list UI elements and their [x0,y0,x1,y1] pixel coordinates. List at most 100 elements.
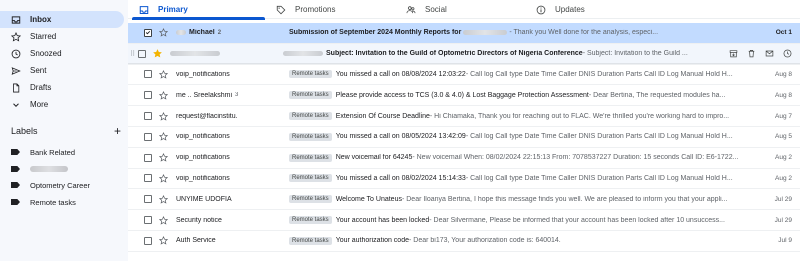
email-snippet: - Subject: Invitation to the Guild ... [582,50,688,58]
email-row[interactable]: voip_notifications Remote tasks You miss… [128,168,800,190]
star-toggle-icon[interactable] [158,28,168,37]
sidebar-item-snoozed[interactable]: Snoozed [0,45,124,62]
email-content: Remote tasks Please provide access to TC… [289,91,756,100]
email-date: Aug 2 [775,154,792,162]
delete-icon[interactable] [747,49,756,58]
email-subject: Extension Of Course Deadline [335,112,430,120]
tab-label: Social [425,5,447,14]
label-badge: Remote tasks [289,236,332,245]
info-icon [536,5,546,15]
email-sender: voip_notifications [176,174,230,182]
label-item-remote-tasks[interactable]: Remote tasks [0,194,124,210]
email-content: Remote tasks You missed a call on 08/02/… [289,174,756,183]
email-row[interactable]: ⠿ Subject: Invitation to the Guild of Op… [128,43,800,65]
star-toggle-icon[interactable] [158,69,168,79]
add-label-button[interactable]: + [114,125,121,137]
email-sender: Security notice [176,216,222,224]
email-sender: Auth Service [176,237,216,245]
email-subject: Your account has been locked [335,216,430,224]
redacted-label-text [30,166,68,172]
email-content: Remote tasks New voicemail for 64245 - N… [289,153,756,162]
row-checkbox[interactable] [144,70,152,79]
row-checkbox[interactable] [144,132,152,141]
sidebar-item-more[interactable]: More [0,96,124,113]
tab-label: Promotions [295,5,336,14]
email-subject: Subject: Invitation to the Guild of Opto… [326,50,583,58]
tab-promotions[interactable]: Promotions [265,0,395,19]
star-toggle-icon[interactable] [158,215,168,225]
email-subject: Welcome To Unateus [335,195,402,203]
snooze-icon[interactable] [783,49,792,58]
star-toggle-icon[interactable] [158,153,168,162]
row-checkbox[interactable] [144,195,152,204]
gmail-app: Inbox Starred Snoozed Sent Drafts More L… [0,0,800,261]
row-checkbox[interactable] [144,236,152,245]
star-toggle-icon[interactable] [158,173,168,183]
sidebar-item-starred[interactable]: Starred [0,28,124,45]
label-badge: Remote tasks [289,195,332,204]
sidebar-item-label: Drafts [30,83,52,92]
email-row[interactable]: UNYIME UDOFIA Remote tasks Welcome To Un… [128,189,800,211]
sidebar-item-drafts[interactable]: Drafts [0,79,124,96]
email-date: Aug 5 [775,133,792,141]
star-toggle-icon[interactable] [158,132,168,141]
email-row[interactable]: voip_notifications Remote tasks You miss… [128,64,800,86]
label-item-optometry-career[interactable]: Optometry Career [0,177,124,193]
email-subject: You missed a call on 08/02/2024 15:14:33 [335,174,466,182]
send-icon [10,65,21,76]
email-row[interactable]: Auth Service Remote tasks Your authoriza… [128,230,800,252]
star-toggle-icon[interactable] [158,194,168,204]
sidebar-item-sent[interactable]: Sent [0,62,124,79]
email-sender: voip_notifications [176,154,230,162]
email-row[interactable]: Security notice Remote tasks Your accoun… [128,210,800,231]
email-subject: Your authorization code [335,237,409,245]
label-item-bank-related[interactable]: Bank Related [0,144,124,160]
email-subject: Please provide access to TCS (3.0 & 4.0)… [335,91,589,99]
thread-count: 2 [217,29,222,36]
label-icon [11,166,20,172]
email-date: Oct 1 [775,29,792,37]
star-toggle-icon[interactable] [158,111,168,121]
email-date: Jul 9 [778,237,792,245]
row-checkbox[interactable] [138,49,146,58]
email-subject: Submission of September 2024 Monthly Rep… [289,29,462,37]
tab-label: Updates [555,5,585,14]
email-content: Remote tasks Your account has been locke… [289,216,756,225]
row-checkbox[interactable] [144,112,152,121]
mark-unread-icon[interactable] [765,49,774,58]
row-checkbox[interactable] [144,28,152,37]
email-row[interactable]: Michael 2 Submission of September 2024 M… [128,23,800,44]
tab-social[interactable]: Social [395,0,525,19]
sidebar-item-inbox[interactable]: Inbox [0,11,124,28]
row-checkbox[interactable] [144,216,152,225]
email-content: Remote tasks Extension Of Course Deadlin… [289,112,756,121]
email-row[interactable]: voip_notifications Remote tasks New voic… [128,147,800,169]
email-snippet: - Call log Call type Date Time Caller DN… [465,70,733,78]
tab-primary[interactable]: Primary [128,0,265,20]
star-toggle-icon[interactable] [152,49,162,58]
email-content: Remote tasks You missed a call on 08/08/… [289,70,756,79]
label-badge: Remote tasks [289,153,332,162]
drag-handle-icon[interactable]: ⠿ [130,50,138,58]
archive-icon[interactable] [729,49,738,58]
email-content: Submission of September 2024 Monthly Rep… [289,29,756,36]
email-list: Michael 2 Submission of September 2024 M… [128,23,800,252]
email-row[interactable]: me .. Sreelakshmi 3 Remote tasks Please … [128,85,800,107]
row-checkbox[interactable] [144,174,152,183]
email-snippet: - New voicemail When: 08/02/2024 22:15:1… [412,154,739,162]
labels-title: Labels [11,126,38,136]
email-subject: New voicemail for 64245 [335,154,413,162]
email-row[interactable]: request@flacinstitu. Remote tasks Extens… [128,106,800,127]
star-toggle-icon[interactable] [158,90,168,100]
email-row[interactable]: voip_notifications Remote tasks You miss… [128,126,800,148]
tab-updates[interactable]: Updates [525,0,665,19]
sidebar-item-label: More [30,100,49,109]
row-checkbox[interactable] [144,153,152,162]
email-sender: Michael 2 [176,29,289,36]
redacted-sender [170,51,220,57]
star-toggle-icon[interactable] [158,236,168,245]
row-checkbox[interactable] [144,91,152,100]
label-item-redacted[interactable] [0,161,124,177]
inbox-tab-icon [139,5,149,15]
category-tabs: Primary Promotions Social Updates [128,0,800,20]
